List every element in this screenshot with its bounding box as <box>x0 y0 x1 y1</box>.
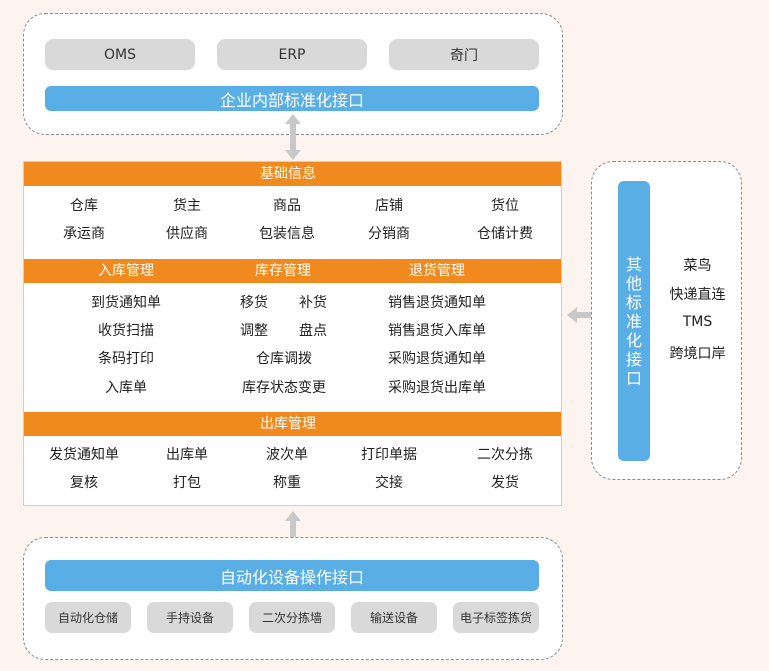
basic-item: 包装信息 <box>259 226 315 242</box>
outbound-item: 称重 <box>273 475 301 491</box>
outbound-item: 波次单 <box>266 447 308 463</box>
management-header: 入库管理 库存管理 退货管理 <box>24 259 561 283</box>
outbound-item: 出库单 <box>166 447 208 463</box>
inventory-item: 调整 <box>240 323 268 339</box>
other-interface-char: 其 <box>625 254 642 274</box>
inventory-item: 移货 <box>240 295 268 311</box>
outbound-item: 发货 <box>491 475 519 491</box>
system-oms: OMS <box>45 39 195 70</box>
vertical-double-arrow-icon <box>285 114 301 160</box>
other-interface-char: 化 <box>625 330 642 350</box>
other-interface-bar: 其他标准化接口 <box>618 181 650 461</box>
other-interface-char: 准 <box>625 311 642 331</box>
basic-item: 货位 <box>491 198 519 214</box>
outbound-item: 打印单据 <box>361 447 417 463</box>
outbound-item: 发货通知单 <box>49 447 119 463</box>
other-interface-item: 菜鸟 <box>683 258 712 274</box>
basic-item: 商品 <box>273 198 301 214</box>
returns-item: 采购退货通知单 <box>388 351 486 367</box>
basic-info-header: 基础信息 <box>24 162 561 186</box>
system-erp: ERP <box>217 39 367 70</box>
inbound-item: 到货通知单 <box>91 295 161 311</box>
automation-interface-bar: 自动化设备操作接口 <box>45 560 539 591</box>
inventory-item: 库存状态变更 <box>242 380 326 396</box>
device-item: 输送设备 <box>351 602 437 633</box>
other-interface-item: 快递直连 <box>669 287 726 303</box>
automation-devices-group <box>23 537 563 660</box>
inventory-item: 补货 <box>299 295 327 311</box>
inbound-item: 条码打印 <box>98 351 154 367</box>
basic-item: 分销商 <box>368 226 410 242</box>
basic-item: 货主 <box>173 198 201 214</box>
basic-info-title: 基础信息 <box>260 166 316 182</box>
other-interface-char: 口 <box>625 368 642 388</box>
outbound-title: 出库管理 <box>260 416 316 432</box>
outbound-item: 二次分拣 <box>477 447 533 463</box>
basic-item: 仓储计费 <box>477 226 533 242</box>
outbound-item: 交接 <box>375 475 403 491</box>
other-interface-char: 标 <box>625 292 642 312</box>
system-qimen: 奇门 <box>389 39 539 70</box>
returns-item: 销售退货入库单 <box>388 323 486 339</box>
returns-item: 销售退货通知单 <box>388 295 486 311</box>
other-interface-char: 接 <box>625 349 642 369</box>
outbound-item: 复核 <box>70 475 98 491</box>
basic-item: 供应商 <box>166 226 208 242</box>
outbound-item: 打包 <box>173 475 201 491</box>
internal-interface-bar: 企业内部标准化接口 <box>45 86 539 111</box>
inventory-item: 仓库调拨 <box>256 351 312 367</box>
inventory-item: 盘点 <box>299 323 327 339</box>
outbound-header: 出库管理 <box>24 412 561 436</box>
other-interface-item: 跨境口岸 <box>669 346 726 362</box>
device-item: 手持设备 <box>147 602 233 633</box>
inbound-item: 入库单 <box>105 380 147 396</box>
returns-item: 采购退货出库单 <box>388 380 486 396</box>
wms-core-panel: 基础信息 仓库 货主 商品 店铺 货位 承运商 供应商 包装信息 分销商 仓储计… <box>23 161 562 506</box>
basic-item: 承运商 <box>63 226 105 242</box>
basic-item: 店铺 <box>375 198 403 214</box>
other-interface-char: 他 <box>625 273 642 293</box>
basic-item: 仓库 <box>70 198 98 214</box>
inbound-title: 入库管理 <box>98 263 154 279</box>
inventory-title: 库存管理 <box>255 263 311 279</box>
device-item: 电子标签拣货 <box>453 602 539 633</box>
returns-title: 退货管理 <box>409 263 465 279</box>
device-item: 二次分拣墙 <box>249 602 335 633</box>
device-item: 自动化仓储 <box>45 602 131 633</box>
other-interface-item: TMS <box>682 314 713 330</box>
inbound-item: 收货扫描 <box>98 323 154 339</box>
